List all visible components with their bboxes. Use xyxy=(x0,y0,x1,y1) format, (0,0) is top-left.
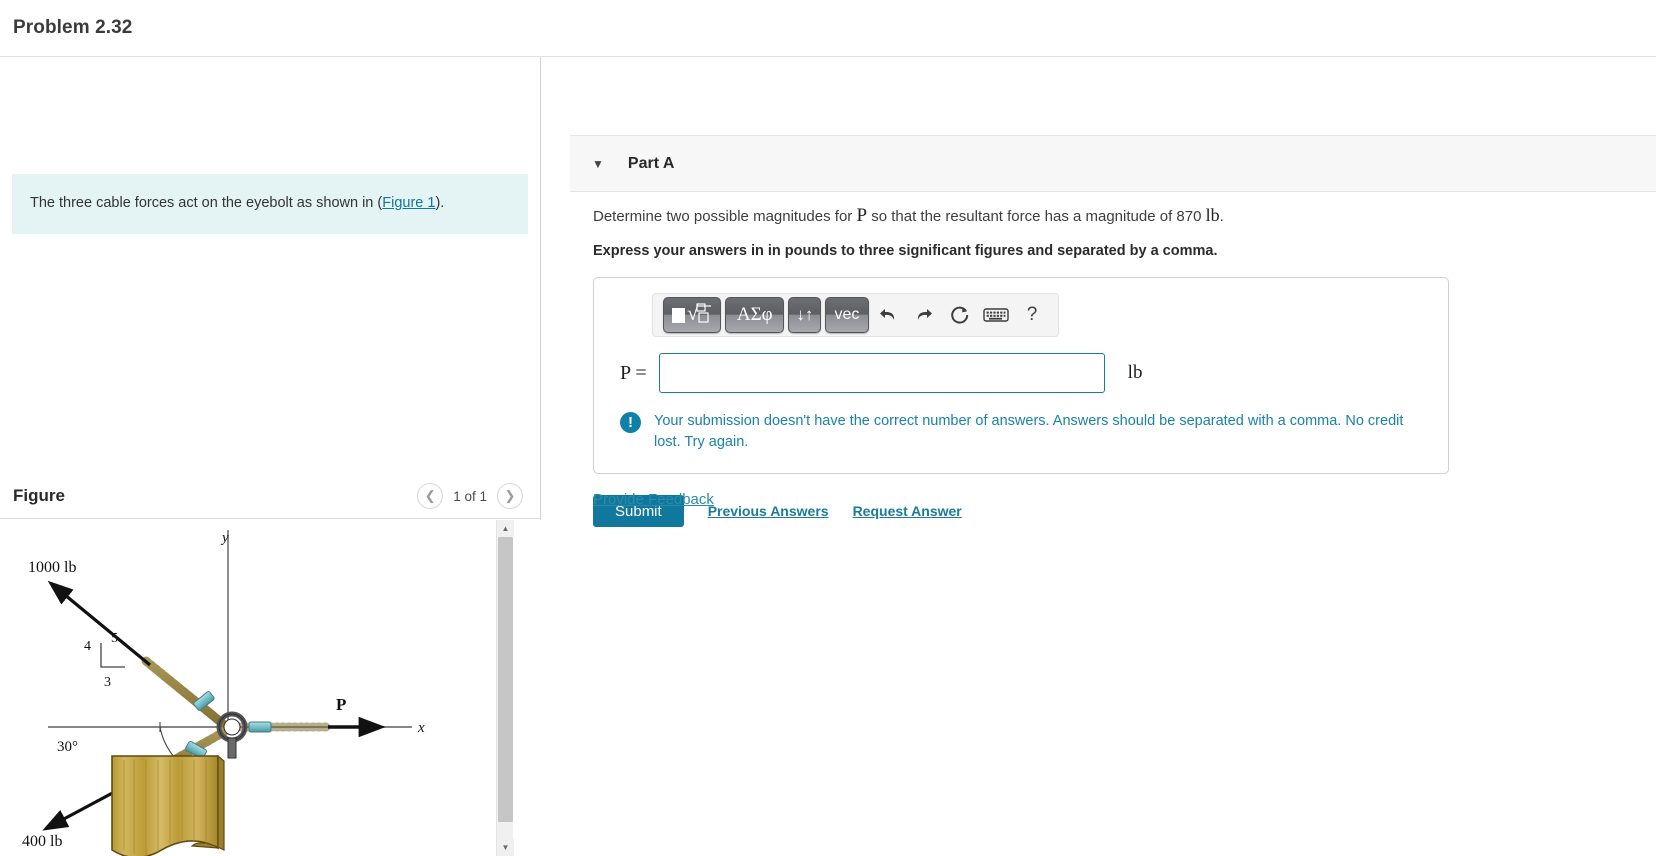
submit-row: Submit Previous Answers Request Answer xyxy=(593,495,1616,528)
force-1000lb-label: 1000 lb xyxy=(28,559,76,576)
eyebolt-ring xyxy=(216,711,248,759)
figure-navigation: ❮ 1 of 1 ❯ xyxy=(417,483,523,509)
answer-card: √ ΑΣφ ↓↑ vec ? P = lb ! Your submission … xyxy=(593,277,1449,475)
feedback-line-1: Your submission doesn't have the correct… xyxy=(654,413,1342,429)
prompt-variable-P: P xyxy=(856,205,868,226)
answer-input[interactable] xyxy=(658,353,1105,393)
feedback-text: Your submission doesn't have the correct… xyxy=(654,411,1430,453)
triangle-up-icon[interactable]: ▲ xyxy=(497,520,514,537)
keyboard-icon[interactable] xyxy=(980,298,1012,332)
force-P-label: P xyxy=(336,695,346,714)
question-instruction: Express your answers in in pounds to thr… xyxy=(593,243,1218,259)
prompt-unit-lb: lb xyxy=(1205,205,1220,225)
provide-feedback-link[interactable]: Provide Feedback xyxy=(593,491,714,508)
answer-variable-label: P = xyxy=(620,361,647,384)
math-toolbar: √ ΑΣφ ↓↑ vec ? xyxy=(652,293,1059,337)
rope-1000lb xyxy=(141,656,227,728)
figure-header: Figure ❮ 1 of 1 ❯ xyxy=(0,474,541,519)
figure-title: Figure xyxy=(13,486,65,505)
scrollbar-thumb[interactable] xyxy=(498,537,513,822)
chevron-left-icon[interactable]: ❮ xyxy=(417,483,444,509)
question-area: Determine two possible magnitudes for P … xyxy=(593,205,1616,528)
prompt-text-3: . xyxy=(1219,208,1224,225)
vector-button[interactable]: vec xyxy=(825,297,869,333)
submission-feedback: ! Your submission doesn't have the corre… xyxy=(612,411,1430,453)
statement-text-prefix: The three cable forces act on the eyebol… xyxy=(30,195,383,211)
reset-circle-icon[interactable] xyxy=(944,298,976,332)
arrows-button[interactable]: ↓↑ xyxy=(788,297,822,333)
problem-statement: The three cable forces act on the eyebol… xyxy=(12,174,528,234)
prompt-text-2: so that the resultant force has a magnit… xyxy=(867,208,1206,225)
problem-header: Problem 2.32 xyxy=(0,0,1656,57)
redo-arrow-icon[interactable] xyxy=(908,298,940,332)
part-a-label: Part A xyxy=(627,154,675,172)
figure-page-count: 1 of 1 xyxy=(453,488,487,504)
statement-text-suffix: ). xyxy=(435,195,445,211)
question-mark-icon[interactable]: ? xyxy=(1016,298,1048,332)
previous-answers-link[interactable]: Previous Answers xyxy=(708,503,829,519)
prompt-text-1: Determine two possible magnitudes for xyxy=(593,208,857,225)
triangle-label-5: 5 xyxy=(111,631,118,646)
greek-symbols-button[interactable]: ΑΣφ xyxy=(725,297,785,333)
rope-P xyxy=(235,721,335,733)
triangle-down-icon[interactable]: ▼ xyxy=(497,839,514,856)
answer-row: P = lb xyxy=(612,353,1430,393)
caret-down-icon[interactable]: ▼ xyxy=(592,157,604,171)
figure-scrollbar[interactable]: ▲ ▼ xyxy=(496,520,514,856)
triangle-label-4: 4 xyxy=(84,639,91,654)
page-title: Problem 2.32 xyxy=(13,17,133,38)
eyebolt-force-diagram: y x 1000 lb 4 5 3 400 lb 30° P xyxy=(22,530,425,856)
content-split: The three cable forces act on the eyebol… xyxy=(0,57,1656,856)
force-arrow-1000lb xyxy=(47,580,152,667)
angle-30-label: 30° xyxy=(57,739,78,755)
part-a-header[interactable]: ▼ Part A xyxy=(570,135,1656,192)
triangle-label-3: 3 xyxy=(104,675,111,690)
x-axis-label: x xyxy=(417,720,425,736)
figure-viewport: y x 1000 lb 4 5 3 400 lb 30° P ▲ ▼ xyxy=(0,520,541,856)
force-400lb-label: 400 lb xyxy=(22,833,62,850)
template-math-icon[interactable]: √ xyxy=(663,297,722,333)
y-axis-label: y xyxy=(220,530,229,546)
chevron-right-icon[interactable]: ❯ xyxy=(497,483,523,509)
exclamation-circle-icon: ! xyxy=(620,412,641,433)
figure-1-link[interactable]: Figure 1 xyxy=(382,195,435,211)
right-pane: ▼ Part A Determine two possible magnitud… xyxy=(541,57,1656,856)
answer-unit-label: lb xyxy=(1127,362,1143,383)
request-answer-link[interactable]: Request Answer xyxy=(853,503,962,519)
left-pane: The three cable forces act on the eyebol… xyxy=(0,57,541,856)
undo-arrow-icon[interactable] xyxy=(873,298,905,332)
wooden-block xyxy=(111,754,225,856)
question-prompt: Determine two possible magnitudes for P … xyxy=(593,205,1616,227)
